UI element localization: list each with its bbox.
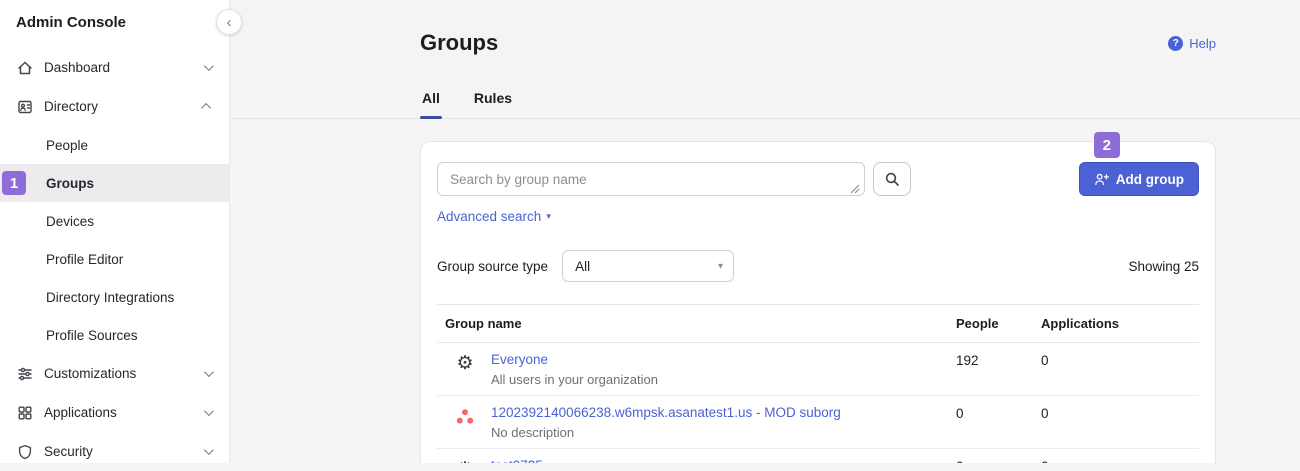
sidebar-item-label: Customizations	[44, 366, 136, 381]
sidebar-item-label: Dashboard	[44, 60, 110, 75]
help-link[interactable]: ? Help	[1168, 36, 1216, 51]
group-cell: ⚙ Everyone All users in your organizatio…	[437, 351, 956, 387]
group-description: No description	[491, 425, 841, 440]
page-header: Groups ? Help	[420, 30, 1216, 56]
column-people: People	[956, 316, 1041, 331]
table-row: ⚙ test0725 No description 0 0	[437, 449, 1199, 463]
advanced-search-label: Advanced search	[437, 209, 541, 224]
sidebar-item-label: Applications	[44, 405, 117, 420]
column-applications: Applications	[1041, 316, 1199, 331]
group-cell: ⚙ test0725 No description	[437, 457, 956, 463]
search-box	[437, 162, 865, 196]
filter-row: Group source type All ▾ Showing 25	[437, 250, 1199, 282]
chevron-left-icon: ‹	[227, 15, 232, 30]
sidebar-subitem-label: Groups	[46, 176, 94, 191]
help-link-label: Help	[1189, 36, 1216, 51]
applications-count: 0	[1041, 351, 1199, 387]
group-text: test0725 No description	[491, 457, 574, 463]
directory-icon	[16, 98, 33, 115]
shield-icon	[16, 443, 33, 460]
group-link[interactable]: 1202392140066238.w6mpsk.asanatest1.us - …	[491, 404, 841, 420]
add-group-wrap: 2 Add group	[1079, 162, 1199, 196]
group-text: Everyone All users in your organization	[491, 351, 658, 387]
group-link[interactable]: Everyone	[491, 351, 548, 367]
help-icon: ?	[1168, 36, 1183, 51]
add-group-label: Add group	[1116, 172, 1184, 187]
sidebar-item-security[interactable]: Security	[0, 432, 229, 471]
apps-grid-icon	[16, 404, 33, 421]
advanced-search-row: Advanced search ▾	[437, 208, 1199, 226]
search-icon	[884, 171, 900, 187]
people-count: 0	[956, 404, 1041, 440]
admin-console-app: Admin Console ‹ Dashboard Directory Peop…	[0, 0, 1300, 463]
sidebar-item-people[interactable]: People	[0, 126, 229, 164]
add-person-icon	[1094, 172, 1109, 187]
search-input[interactable]	[437, 162, 865, 196]
sidebar: Admin Console ‹ Dashboard Directory Peop…	[0, 0, 230, 463]
sidebar-collapse-button[interactable]: ‹	[216, 9, 242, 35]
okta-group-icon: ⚙	[445, 457, 485, 463]
sidebar-item-label: Directory	[44, 99, 98, 114]
table-row: 1202392140066238.w6mpsk.asanatest1.us - …	[437, 396, 1199, 449]
applications-count: 0	[1041, 457, 1199, 463]
sidebar-item-profile-sources[interactable]: Profile Sources	[0, 316, 229, 354]
page-title: Groups	[420, 30, 498, 56]
sidebar-item-directory[interactable]: Directory	[0, 87, 229, 126]
sidebar-item-groups[interactable]: 1 Groups	[0, 164, 229, 202]
sidebar-item-devices[interactable]: Devices	[0, 202, 229, 240]
add-group-button[interactable]: Add group	[1079, 162, 1199, 196]
sidebar-subitem-label: Profile Sources	[46, 328, 138, 343]
home-icon	[16, 59, 33, 76]
chevron-down-icon	[204, 367, 214, 377]
chevron-down-icon	[204, 406, 214, 416]
group-cell: 1202392140066238.w6mpsk.asanatest1.us - …	[437, 404, 956, 440]
caret-down-icon: ▾	[718, 261, 723, 272]
groups-card: 2 Add group Advanced search ▾ Group sour	[420, 141, 1216, 463]
asana-icon	[445, 404, 485, 427]
group-description: All users in your organization	[491, 372, 658, 387]
groups-table: Group name People Applications ⚙ Everyon…	[437, 304, 1199, 463]
sidebar-subitem-label: Devices	[46, 214, 94, 229]
tab-all[interactable]: All	[420, 82, 442, 118]
select-value: All	[575, 259, 590, 274]
sidebar-item-dashboard[interactable]: Dashboard	[0, 48, 229, 87]
table-header: Group name People Applications	[437, 304, 1199, 343]
group-source-type-select[interactable]: All ▾	[562, 250, 734, 282]
search-button[interactable]	[873, 162, 911, 196]
group-source-type-label: Group source type	[437, 259, 548, 274]
caret-down-icon: ▾	[546, 211, 551, 222]
people-count: 192	[956, 351, 1041, 387]
chevron-down-icon	[204, 445, 214, 455]
okta-group-icon: ⚙	[445, 351, 485, 373]
sidebar-nav: Dashboard Directory People 1 Groups Devi…	[0, 41, 229, 471]
chevron-up-icon	[201, 103, 211, 113]
group-text: 1202392140066238.w6mpsk.asanatest1.us - …	[491, 404, 841, 440]
tabs-strip: All Rules	[230, 82, 1300, 119]
sidebar-item-customizations[interactable]: Customizations	[0, 354, 229, 393]
sidebar-item-applications[interactable]: Applications	[0, 393, 229, 432]
tab-rules[interactable]: Rules	[472, 82, 514, 118]
annotation-badge-1: 1	[2, 171, 26, 195]
sidebar-item-label: Security	[44, 444, 93, 459]
annotation-badge-2: 2	[1094, 132, 1120, 158]
group-link[interactable]: test0725	[491, 457, 543, 463]
column-group-name: Group name	[437, 316, 956, 331]
main-content: Groups ? Help All Rules	[230, 0, 1300, 463]
showing-count: Showing 25	[1128, 259, 1199, 274]
people-count: 0	[956, 457, 1041, 463]
sidebar-subitem-label: People	[46, 138, 88, 153]
sliders-icon	[16, 365, 33, 382]
sidebar-item-profile-editor[interactable]: Profile Editor	[0, 240, 229, 278]
tabs: All Rules	[420, 82, 1300, 118]
search-row: 2 Add group	[437, 162, 1199, 196]
sidebar-subitem-label: Profile Editor	[46, 252, 123, 267]
chevron-down-icon	[204, 61, 214, 71]
table-row: ⚙ Everyone All users in your organizatio…	[437, 343, 1199, 396]
applications-count: 0	[1041, 404, 1199, 440]
app-title: Admin Console	[0, 0, 229, 41]
advanced-search-link[interactable]: Advanced search ▾	[437, 209, 551, 224]
sidebar-subitem-label: Directory Integrations	[46, 290, 174, 305]
resize-grip-icon[interactable]	[850, 181, 860, 191]
sidebar-item-directory-integrations[interactable]: Directory Integrations	[0, 278, 229, 316]
